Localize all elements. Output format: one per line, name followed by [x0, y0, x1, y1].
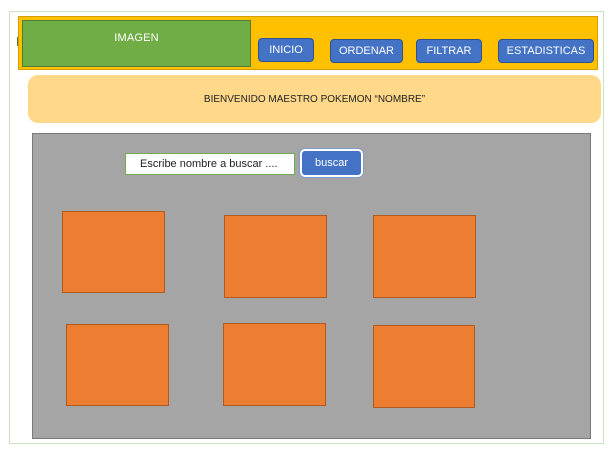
search-input[interactable] — [125, 153, 295, 175]
welcome-text: BIENVENIDO MAESTRO POKEMON “NOMBRE” — [203, 93, 426, 105]
pokemon-card[interactable] — [223, 323, 326, 406]
nav-filtrar-button[interactable]: FILTRAR — [416, 39, 482, 63]
search-button[interactable]: buscar — [300, 149, 363, 177]
nav-estadisticas-button[interactable]: ESTADISTICAS — [498, 39, 594, 63]
pokemon-card[interactable] — [66, 324, 169, 406]
pokemon-card[interactable] — [62, 211, 165, 293]
logo-label: IMAGEN — [114, 32, 159, 44]
welcome-banner: BIENVENIDO MAESTRO POKEMON “NOMBRE” — [28, 75, 601, 123]
text-cursor-mark — [17, 37, 18, 46]
pokemon-card[interactable] — [373, 325, 475, 408]
pokemon-card[interactable] — [224, 215, 327, 298]
nav-ordenar-button[interactable]: ORDENAR — [330, 39, 403, 63]
pokemon-card[interactable] — [373, 215, 476, 298]
nav-inicio-button[interactable]: INICIO — [258, 38, 314, 62]
logo-image-placeholder: IMAGEN — [22, 20, 251, 67]
